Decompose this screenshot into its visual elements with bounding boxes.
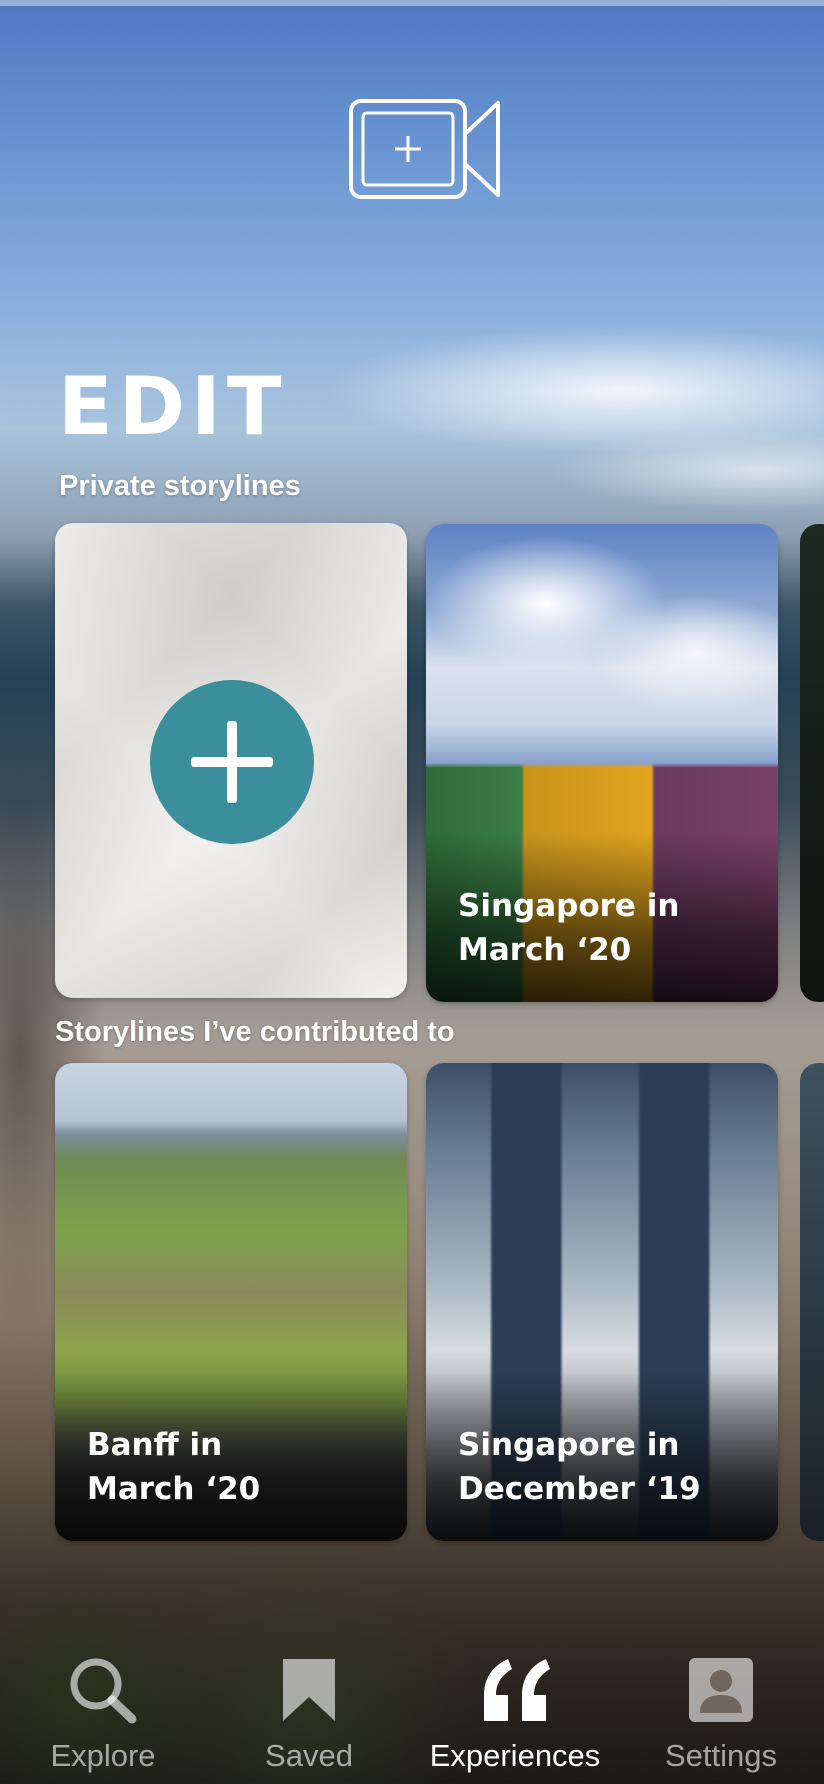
tab-label: Explore [50,1738,156,1773]
storyline-card-title: Singapore in December ‘19 [458,1427,701,1507]
storyline-card[interactable]: Singapore in March ‘20 [426,524,778,1002]
storyline-card[interactable]: Singapore in December ‘19 [426,1063,778,1541]
storyline-card[interactable]: Banff in March ‘20 [55,1063,407,1541]
page-title: EDIT [58,360,288,453]
bookmark-icon [281,1656,337,1724]
storyline-card-title: Banff in March ‘20 [87,1427,261,1507]
video-camera-add-icon[interactable] [348,98,502,200]
storyline-card-peek[interactable] [800,524,824,1002]
tab-explore[interactable]: Explore [3,1640,203,1774]
search-icon [68,1656,138,1724]
tab-settings[interactable]: Settings [621,1640,821,1774]
tab-label: Settings [664,1738,777,1773]
bottom-tab-bar: Explore Saved Experiences Settings [0,1640,824,1784]
section-title-contributed: Storylines I’ve contributed to [55,1016,455,1048]
tab-label: Experiences [429,1738,601,1773]
new-storyline-card[interactable] [55,523,407,998]
storyline-card-peek[interactable] [800,1063,824,1541]
tab-saved[interactable]: Saved [209,1640,409,1774]
storyline-card-title: Singapore in March ‘20 [458,888,680,968]
profile-icon [688,1656,754,1724]
tab-experiences[interactable]: Experiences [415,1640,615,1774]
quote-icon [480,1656,550,1724]
plus-circle-icon[interactable] [150,680,314,844]
section-title-private: Private storylines [59,470,301,502]
status-bar-strip [0,0,824,6]
tab-label: Saved [265,1738,353,1773]
